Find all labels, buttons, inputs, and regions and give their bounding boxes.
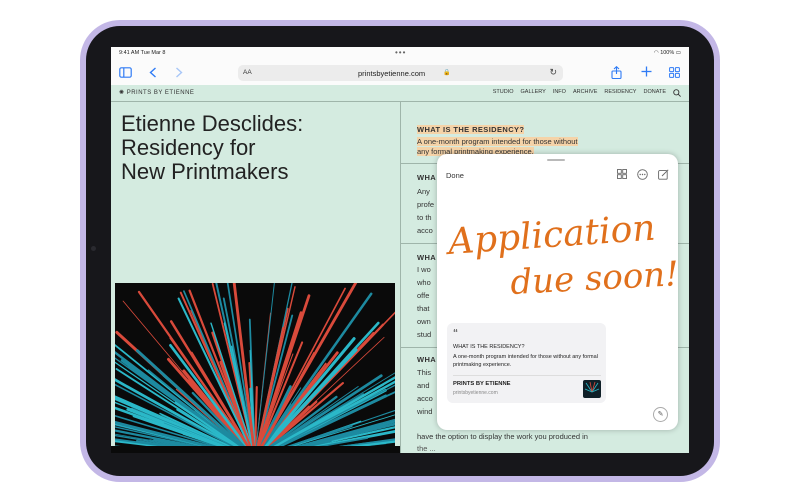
section-text: own [417,317,431,326]
link-card-divider [453,375,601,376]
sidebar-icon[interactable] [119,67,132,80]
section-text: and [417,381,430,390]
site-nav: ✺ PRINTS BY ETIENNE STUDIO GALLERY INFO … [111,85,689,101]
search-icon[interactable] [673,89,681,99]
wifi-icon: ◠ [653,50,659,56]
link-card-site: PRINTS BY ETIENNE [453,381,511,387]
section-text: to th [417,213,432,222]
tabs-grid-icon[interactable] [669,67,680,80]
nav-residency[interactable]: RESIDENCY [604,89,636,99]
nav-gallery[interactable]: GALLERY [521,89,546,99]
section-text: I wo [417,265,431,274]
battery-level: 100% [660,50,675,56]
section-text: that [417,304,430,313]
title-line-2: Residency for [121,135,256,160]
nav-studio[interactable]: STUDIO [493,89,514,99]
link-card-url: printsbyetienne.com [453,390,498,396]
section-heading: WHAT IS THE RESIDENCY? [417,125,525,134]
section-text: who [417,278,431,287]
link-card-thumbnail [583,380,601,398]
section-text: offe [417,291,430,300]
section-text: acco [417,394,433,403]
nav-info[interactable]: INFO [553,89,566,99]
brand-logo-icon: ✺ [119,90,125,96]
handwriting-line-1: Application [444,208,657,264]
nav-links: STUDIO GALLERY INFO ARCHIVE RESIDENCY DO… [493,89,681,99]
section-text: Any [417,187,430,196]
new-tab-icon[interactable] [641,66,652,79]
markup-pen-icon[interactable]: ✎ [653,407,668,422]
column-divider [400,102,401,453]
section-text: This [417,368,432,377]
status-right: ◠ 100% ▭ [654,50,681,56]
section-heading: WHA [417,173,437,182]
quote-mark: “ [453,328,458,339]
reader-aa-button[interactable]: AA [243,69,252,76]
nav-archive[interactable]: ARCHIVE [573,89,597,99]
section-text: wind [417,407,433,416]
reload-icon[interactable]: ↻ [549,67,557,78]
title-line-3: New Printmakers [121,159,289,184]
section-text: acco [417,226,433,235]
safari-toolbar: AA printsbyetienne.com 🔒 ↻ [111,61,689,85]
handwriting-line-2: due soon! [509,254,678,303]
share-icon[interactable] [611,65,622,81]
section-text: have the option to display the work you … [417,432,588,441]
forward-icon[interactable] [175,67,183,80]
section-text: the ... [417,444,436,453]
camera-dot [91,246,96,251]
section-heading: WHA [417,253,437,262]
back-icon[interactable] [149,67,157,80]
artwork-image [115,283,395,453]
quick-note-panel[interactable]: Done Application due soon! “ WHAT IS THE… [437,154,678,430]
nav-donate[interactable]: DONATE [643,89,666,99]
handwriting: Application due soon! [444,208,678,303]
section-text: profe [417,200,435,209]
link-card[interactable]: “ WHAT IS THE RESIDENCY? A one-month pro… [447,323,606,403]
multitasking-dots-icon[interactable]: ••• [395,48,406,57]
battery-icon: ▭ [675,50,681,56]
title-line-1: Etienne Desclides: [121,111,304,136]
section-text: A one-month program intended for those w… [417,137,578,146]
address-bar[interactable]: AA printsbyetienne.com 🔒 ↻ [238,65,563,81]
link-card-title: WHAT IS THE RESIDENCY? [453,344,525,350]
section-heading: WHA [417,355,437,364]
link-card-body: A one-month program intended for those w… [453,354,598,368]
status-bar: 9:41 AM Tue Mar 8 ••• ◠ 100% ▭ [111,47,689,61]
lock-icon: 🔒 [443,70,451,76]
status-time: 9:41 AM Tue Mar 8 [119,50,166,56]
section-text: stud [417,330,432,339]
brand[interactable]: ✺ PRINTS BY ETIENNE [119,89,194,96]
url-text[interactable]: printsbyetienne.com [358,69,425,78]
brand-name: PRINTS BY ETIENNE [126,90,195,96]
page-title: Etienne Desclides: Residency for New Pri… [121,112,391,184]
artwork-bottom [111,446,400,453]
